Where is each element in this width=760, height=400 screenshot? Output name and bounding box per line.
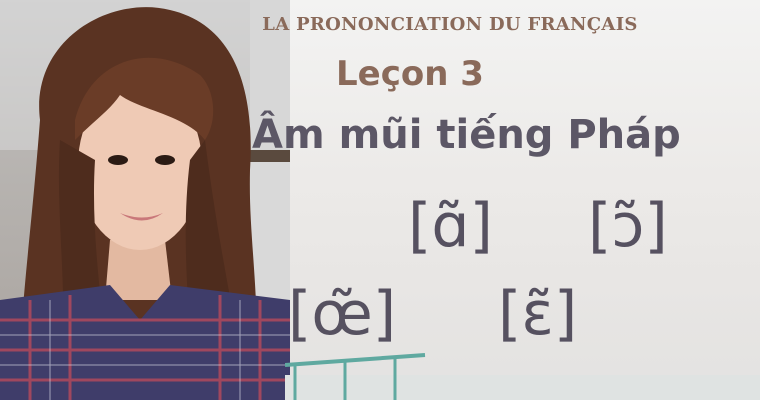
teacher-portrait-photo — [0, 0, 290, 400]
phonetic-symbol-on: [ɔ̃] — [588, 191, 668, 261]
thumbnail-canvas: LA PRONONCIATION DU FRANÇAIS Leçon 3 Âm … — [0, 0, 760, 400]
course-title: LA PRONONCIATION DU FRANÇAIS — [262, 14, 638, 35]
phonetic-symbol-un: [œ̃] — [288, 279, 397, 349]
lesson-number: Leçon 3 — [336, 54, 484, 94]
lesson-subtitle: Âm mũi tiếng Pháp — [252, 112, 681, 158]
phonetic-symbol-in: [ɛ̃] — [498, 279, 578, 349]
portrait-illustration — [0, 0, 290, 400]
phonetic-symbol-an: [ɑ̃] — [408, 191, 493, 261]
